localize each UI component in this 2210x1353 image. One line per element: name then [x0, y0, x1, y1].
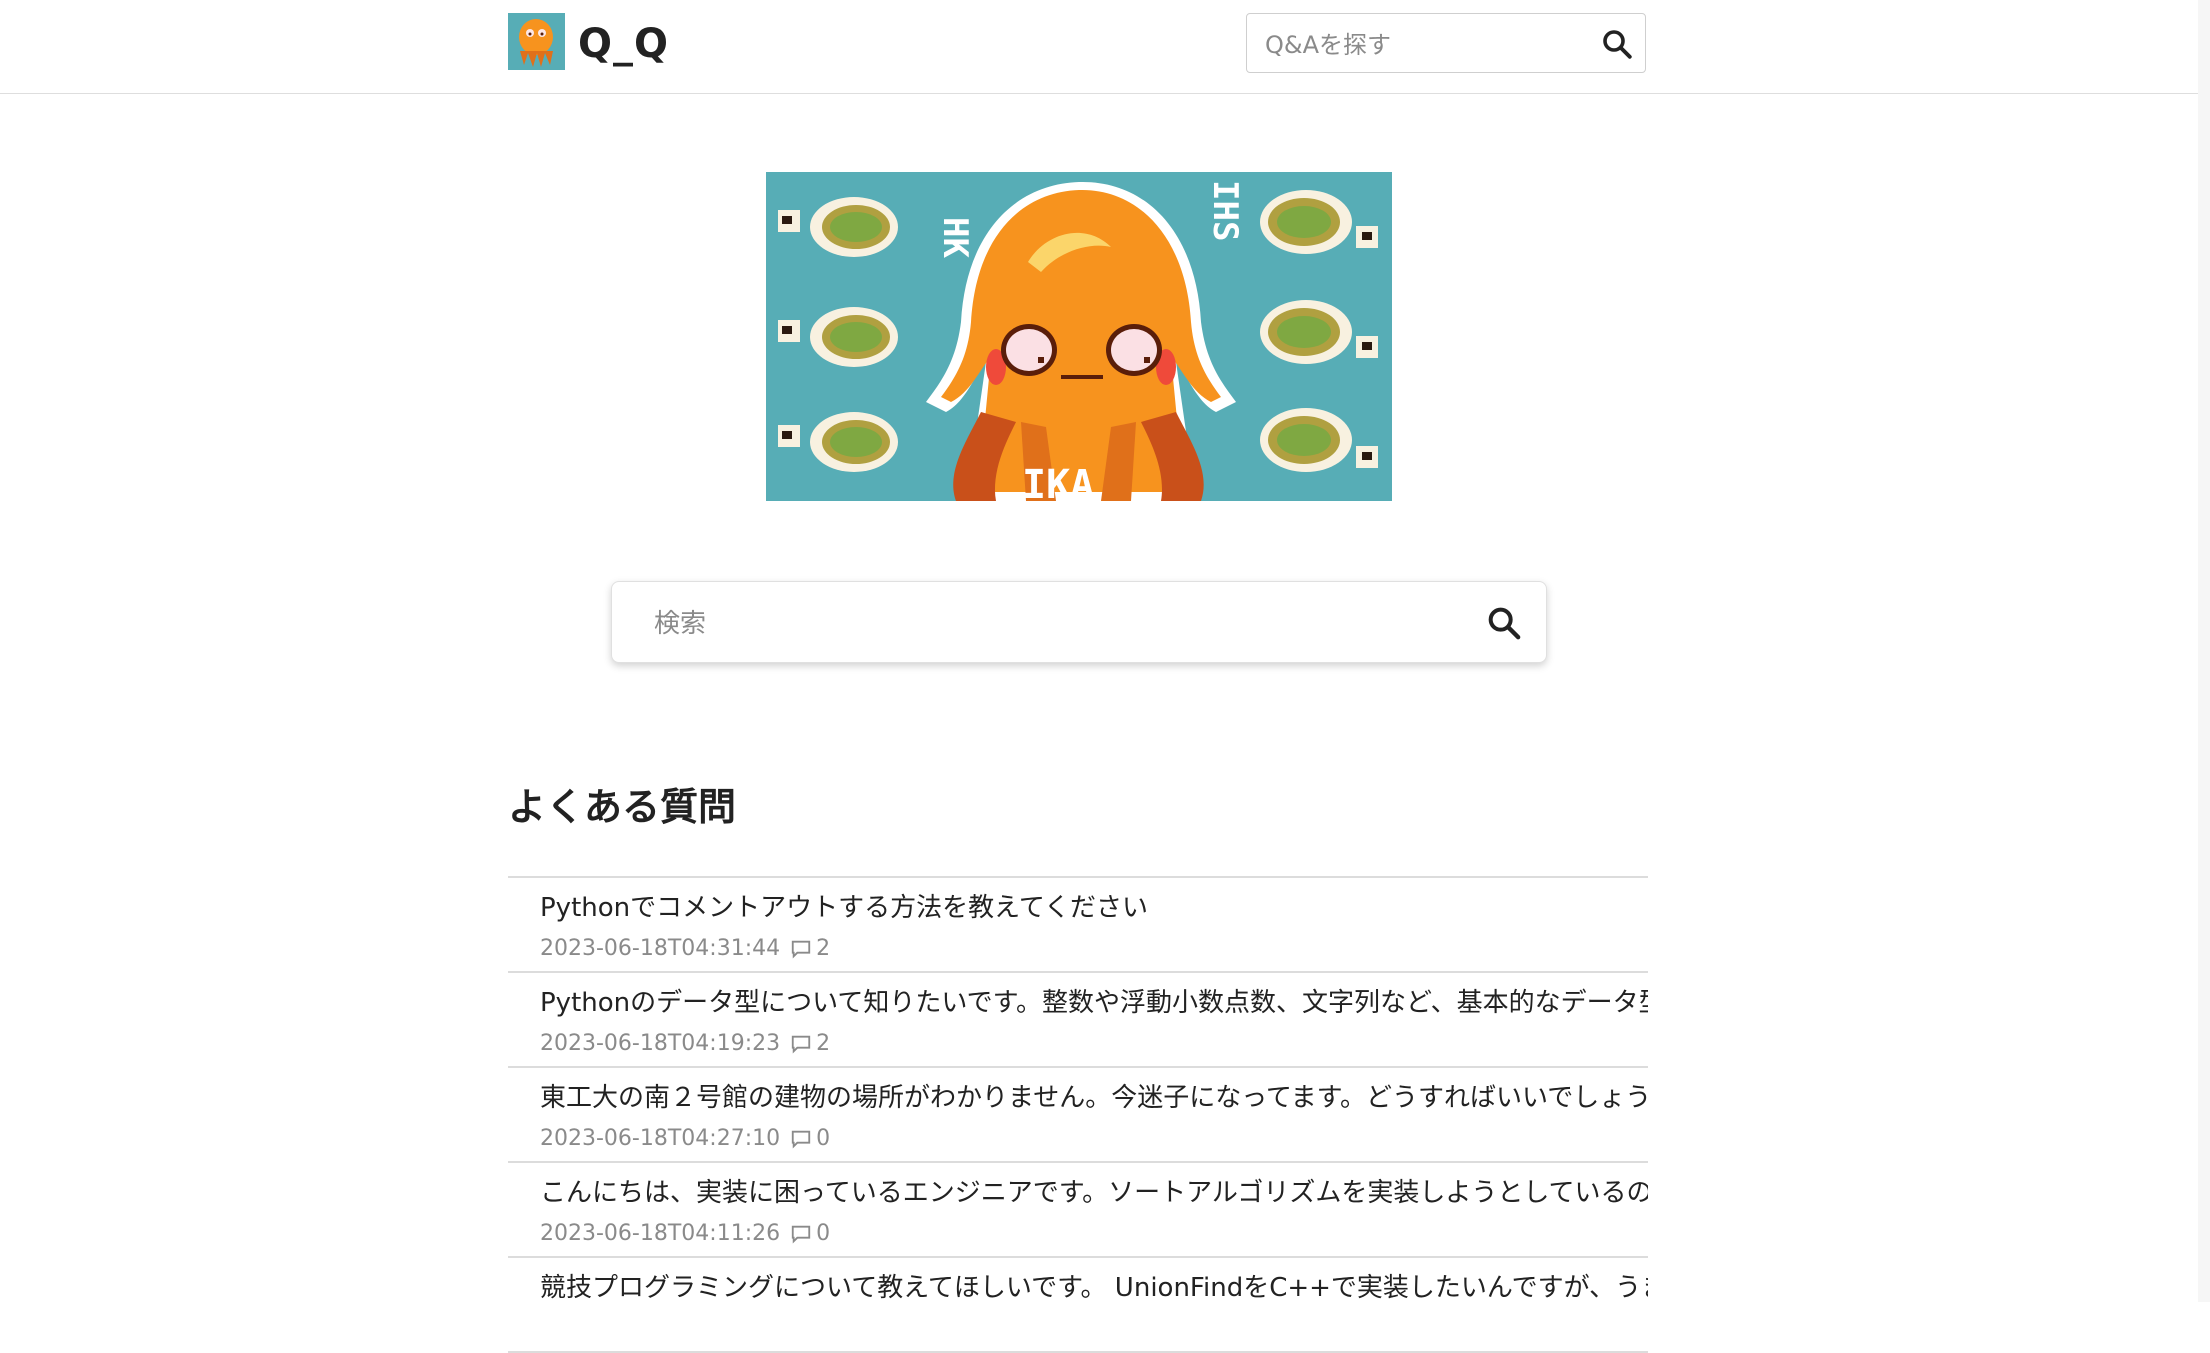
top-header: Q_Q [0, 0, 2198, 94]
faq-timestamp: 2023-06-18T04:11:26 [540, 1221, 781, 1246]
faq-question-link[interactable]: こんにちは、実装に困っているエンジニアです。ソートアルゴリズムを実装しようとして… [540, 1173, 1648, 1213]
faq-list: Pythonでコメントアウトする方法を教えてください 2023-06-18T04… [508, 876, 1648, 1353]
hero-squid-illustration: HK IHS IKA [766, 172, 1392, 501]
faq-list-item[interactable]: 東工大の南２号館の建物の場所がわかりません。今迷子になってます。どうすればいいで… [508, 1068, 1648, 1163]
hero-left-text: HK [935, 217, 975, 258]
faq-question-link[interactable]: 競技プログラミングについて教えてほしいです。 UnionFindをC++で実装し… [540, 1268, 1648, 1308]
faq-question-link[interactable]: Pythonでコメントアウトする方法を教えてください [540, 888, 1648, 928]
faq-question-link[interactable]: Pythonのデータ型について知りたいです。整数や浮動小数点数、文字列など、基本… [540, 983, 1648, 1023]
faq-heading: よくある質問 [508, 785, 737, 829]
faq-timestamp: 2023-06-18T04:19:23 [540, 1031, 781, 1056]
header-search-input[interactable] [1263, 24, 1587, 66]
page-scrollbar[interactable] [2198, 0, 2210, 1302]
faq-meta: 2023-06-18T04:11:26 0 [540, 1219, 830, 1249]
hero-bottom-text: IKA [1022, 462, 1094, 501]
logo[interactable] [508, 13, 565, 70]
faq-timestamp: 2023-06-18T04:27:10 [540, 1126, 781, 1151]
faq-list-item[interactable]: Pythonでコメントアウトする方法を教えてください 2023-06-18T04… [508, 878, 1648, 973]
comment-icon [791, 1225, 811, 1244]
faq-timestamp: 2023-06-18T04:31:44 [540, 936, 781, 961]
faq-list-item[interactable]: こんにちは、実装に困っているエンジニアです。ソートアルゴリズムを実装しようとして… [508, 1163, 1648, 1258]
header-search-box [1246, 13, 1646, 73]
faq-comment-count: 2 [816, 1031, 831, 1056]
faq-comment-count: 2 [816, 936, 831, 961]
logo-squid-icon [508, 13, 565, 70]
faq-meta: 2023-06-18T04:31:44 2 [540, 934, 830, 964]
faq-list-item[interactable]: 競技プログラミングについて教えてほしいです。 UnionFindをC++で実装し… [508, 1258, 1648, 1353]
faq-meta: 2023-06-18T04:19:23 2 [540, 1029, 830, 1059]
comment-icon [791, 1130, 811, 1149]
faq-list-item[interactable]: Pythonのデータ型について知りたいです。整数や浮動小数点数、文字列など、基本… [508, 973, 1648, 1068]
faq-meta: 2023-06-18T04:27:10 0 [540, 1124, 830, 1154]
main-search-box [611, 581, 1547, 663]
search-icon [1488, 607, 1521, 640]
hero-image: HK IHS IKA [766, 172, 1392, 501]
search-icon [1603, 30, 1632, 59]
faq-comment-count: 0 [816, 1126, 831, 1151]
faq-comment-count: 0 [816, 1221, 831, 1246]
hero-right-text: IHS [1205, 180, 1245, 241]
main-search-button[interactable] [1484, 603, 1524, 643]
faq-question-link[interactable]: 東工大の南２号館の建物の場所がわかりません。今迷子になってます。どうすればいいで… [540, 1078, 1648, 1118]
main-search-input[interactable] [652, 600, 1436, 648]
brand-title[interactable]: Q_Q [578, 16, 669, 72]
comment-icon [791, 1035, 811, 1054]
comment-icon [791, 940, 811, 959]
header-search-button[interactable] [1599, 26, 1635, 62]
